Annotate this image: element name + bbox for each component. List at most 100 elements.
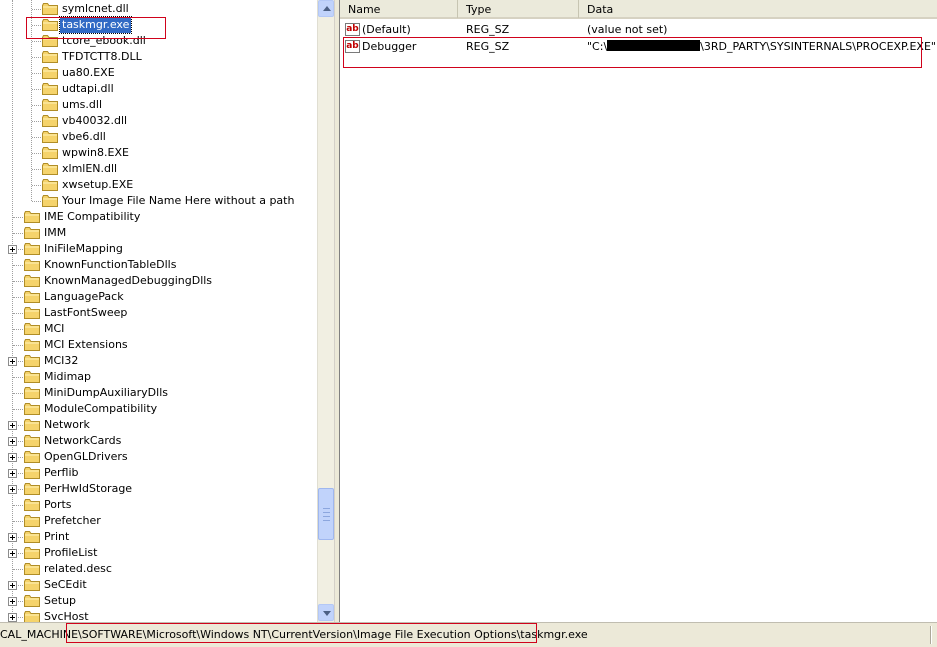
tree-item[interactable]: Network [0,417,317,433]
folder-icon [24,451,40,463]
tree-item[interactable]: IniFileMapping [0,241,317,257]
tree-item-label: IMM [44,226,67,239]
folder-icon [42,195,58,207]
folder-icon [24,467,40,479]
tree-item[interactable]: symlcnet.dll [0,1,317,17]
tree-item[interactable]: LastFontSweep [0,305,317,321]
value-row-default[interactable]: ab (Default) REG_SZ (value not set) [340,22,937,38]
ab-string-icon: ab [345,23,360,36]
annotation-box-path [66,623,537,643]
scroll-up-button[interactable] [318,0,334,17]
tree-item[interactable]: related.desc [0,561,317,577]
folder-icon [24,211,40,223]
folder-icon [24,563,40,575]
tree-item[interactable]: xlmlEN.dll [0,161,317,177]
tree-item-label: MCI32 [44,354,79,367]
tree-item[interactable]: udtapi.dll [0,81,317,97]
expand-plus-icon[interactable] [8,421,17,430]
tree-item[interactable]: ProfileList [0,545,317,561]
folder-icon [24,371,40,383]
tree-item-label: vbe6.dll [62,130,106,143]
tree-item[interactable]: Midimap [0,369,317,385]
tree-item[interactable]: Prefetcher [0,513,317,529]
folder-icon [24,419,40,431]
tree-item[interactable]: xwsetup.EXE [0,177,317,193]
tree-item[interactable]: SeCEdit [0,577,317,593]
folder-icon [24,515,40,527]
expand-plus-icon[interactable] [8,485,17,494]
tree-item[interactable]: wpwin8.EXE [0,145,317,161]
tree-item-label: Network [44,418,90,431]
column-header-type[interactable]: Type [458,0,579,18]
column-headers: Name Type Data [340,0,937,19]
expand-plus-icon[interactable] [8,549,17,558]
column-header-name[interactable]: Name [340,0,458,18]
tree-item-label: SeCEdit [44,578,87,591]
chevron-down-icon [323,611,331,616]
expand-plus-icon[interactable] [8,245,17,254]
expand-plus-icon[interactable] [8,533,17,542]
tree-item[interactable]: IMM [0,225,317,241]
folder-icon [24,499,40,511]
folder-icon [24,483,40,495]
tree-item[interactable]: TFDTCTT8.DLL [0,49,317,65]
tree-item[interactable]: LanguagePack [0,289,317,305]
tree-item-label: udtapi.dll [62,82,114,95]
tree-item[interactable]: MCI32 [0,353,317,369]
tree-item[interactable]: MiniDumpAuxiliaryDlls [0,385,317,401]
column-header-data[interactable]: Data [579,0,937,18]
tree-item[interactable]: vb40032.dll [0,113,317,129]
tree-item-label: TFDTCTT8.DLL [62,50,142,63]
scroll-down-button[interactable] [318,604,334,621]
tree-item[interactable]: NetworkCards [0,433,317,449]
folder-icon [24,403,40,415]
tree-item[interactable]: ua80.EXE [0,65,317,81]
tree-item-label: Your Image File Name Here without a path [62,194,295,207]
folder-icon [42,115,58,127]
tree-item-label: OpenGLDrivers [44,450,128,463]
value-name: (Default) [362,23,411,36]
expand-plus-icon[interactable] [8,597,17,606]
registry-key-tree[interactable]: symlcnet.dll taskmgr.exe tcore_ebook.dll TF… [0,0,317,622]
tree-item[interactable]: MCI Extensions [0,337,317,353]
tree-item[interactable]: OpenGLDrivers [0,449,317,465]
tree-item[interactable]: Setup [0,593,317,609]
tree-item-label: KnownManagedDebuggingDlls [44,274,213,287]
folder-icon [42,131,58,143]
tree-item[interactable]: ums.dll [0,97,317,113]
expand-plus-icon[interactable] [8,357,17,366]
folder-icon [24,259,40,271]
tree-item[interactable]: KnownManagedDebuggingDlls [0,273,317,289]
chevron-up-icon [323,6,331,11]
expand-plus-icon[interactable] [8,581,17,590]
registry-values-list[interactable]: Name Type Data ab (Default) REG_SZ (valu… [340,0,937,622]
folder-icon [24,595,40,607]
expand-plus-icon[interactable] [8,437,17,446]
tree-item[interactable]: Ports [0,497,317,513]
tree-vertical-scrollbar[interactable] [317,0,334,622]
tree-item[interactable]: ModuleCompatibility [0,401,317,417]
tree-item[interactable]: Print [0,529,317,545]
tree-item[interactable]: SvcHost [0,609,317,622]
tree-item-label: MCI Extensions [44,338,128,351]
tree-item-label: Setup [44,594,77,607]
folder-icon [24,579,40,591]
expand-plus-icon[interactable] [8,613,17,622]
status-divider [930,626,932,644]
tree-item-label: wpwin8.EXE [62,146,129,159]
tree-item[interactable]: KnownFunctionTableDlls [0,257,317,273]
tree-item[interactable]: IME Compatibility [0,209,317,225]
tree-item[interactable]: Your Image File Name Here without a path [0,193,317,209]
tree-item[interactable]: MCI [0,321,317,337]
tree-item-label: xwsetup.EXE [62,178,134,191]
tree-item[interactable]: vbe6.dll [0,129,317,145]
tree-item[interactable]: Perflib [0,465,317,481]
folder-icon [24,611,40,622]
tree-item[interactable]: PerHwIdStorage [0,481,317,497]
expand-plus-icon[interactable] [8,469,17,478]
scroll-thumb[interactable] [318,488,334,540]
folder-icon [24,323,40,335]
value-data: (value not set) [587,23,668,36]
tree-item-label: SvcHost [44,610,89,622]
expand-plus-icon[interactable] [8,453,17,462]
